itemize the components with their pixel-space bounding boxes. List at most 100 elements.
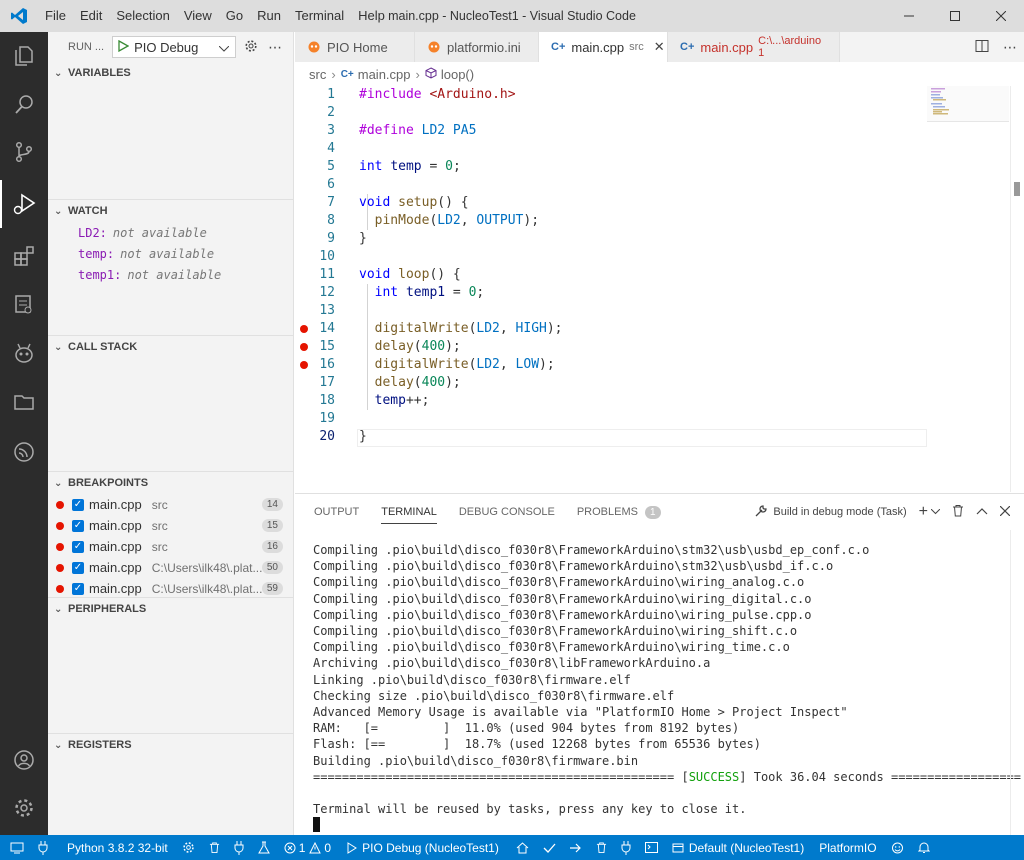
- extensions-icon[interactable]: [0, 232, 48, 280]
- debug-settings-gear-icon[interactable]: [244, 39, 258, 56]
- menu-terminal[interactable]: Terminal: [288, 0, 351, 32]
- platformio-status[interactable]: PlatformIO: [811, 835, 883, 860]
- debug-config-label: PIO Debug: [134, 39, 199, 55]
- run-debug-icon[interactable]: [0, 180, 48, 228]
- plug-icon[interactable]: [31, 835, 55, 860]
- espressif-icon[interactable]: [0, 428, 48, 476]
- platformio-alien-icon[interactable]: [0, 330, 48, 378]
- clean-trash-icon[interactable]: [589, 835, 614, 860]
- more-actions-icon[interactable]: ⋯: [996, 39, 1024, 56]
- breakpoint-item[interactable]: ✓ main.cpp src 16: [48, 536, 293, 557]
- tab-main-cpp-arduino[interactable]: C+ main.cpp C:\...\arduino 1: [668, 32, 840, 62]
- settings-gear-icon[interactable]: [0, 784, 48, 832]
- code-editor[interactable]: 1 #include <Arduino.h> 2 3 #define LD2 PA5…: [295, 86, 1024, 492]
- chevron-down-icon[interactable]: [930, 506, 941, 518]
- registers-header[interactable]: ⌄ REGISTERS: [48, 734, 293, 756]
- watch-item[interactable]: LD2: not available: [48, 222, 293, 243]
- peripherals-section: ⌄ PERIPHERALS: [48, 597, 293, 620]
- breadcrumb-item[interactable]: main.cpp: [358, 67, 411, 82]
- breakpoint-checkbox[interactable]: ✓: [72, 582, 84, 595]
- breakpoints-header[interactable]: ⌄ BREAKPOINTS: [48, 472, 293, 494]
- build-check-icon[interactable]: [536, 835, 563, 860]
- tab-pio-home[interactable]: PIO Home: [295, 32, 415, 62]
- code-line: 17 delay(400);: [319, 375, 461, 390]
- remote-window-icon[interactable]: [0, 835, 31, 860]
- problems-status[interactable]: 1 0: [277, 835, 338, 860]
- maximize-panel-icon[interactable]: [976, 506, 988, 518]
- tab-debug-console[interactable]: DEBUG CONSOLE: [459, 494, 555, 530]
- maximize-button[interactable]: [932, 0, 978, 32]
- scrollbar-thumb[interactable]: [1014, 182, 1020, 196]
- minimap[interactable]: [927, 86, 1009, 122]
- breakpoint-item[interactable]: ✓ main.cpp C:\Users\ilk48\.plat... 59: [48, 578, 293, 599]
- chevron-down-icon: ⌄: [54, 205, 63, 217]
- debug-session[interactable]: PIO Debug (NucleoTest1): [338, 835, 506, 860]
- terminal-icon[interactable]: [638, 835, 665, 860]
- tab-output[interactable]: OUTPUT: [314, 494, 359, 530]
- warning-count: 0: [324, 840, 332, 855]
- debug-config-select[interactable]: PIO Debug: [112, 36, 237, 58]
- menu-selection[interactable]: Selection: [109, 0, 176, 32]
- watch-item[interactable]: temp1: not available: [48, 264, 293, 285]
- plug-icon[interactable]: [227, 835, 251, 860]
- terminal-scrollbar[interactable]: [1010, 530, 1024, 836]
- menu-file[interactable]: File: [38, 0, 73, 32]
- menu-bar: File Edit Selection View Go Run Terminal…: [38, 0, 392, 32]
- folder-icon[interactable]: [0, 378, 48, 426]
- terminal-task-select[interactable]: Build in debug mode (Task): [773, 506, 906, 518]
- new-terminal-icon[interactable]: +: [919, 503, 928, 521]
- menu-edit[interactable]: Edit: [73, 0, 109, 32]
- home-icon[interactable]: [506, 835, 536, 860]
- breakpoint-item[interactable]: ✓ main.cpp src 14: [48, 494, 293, 515]
- start-debug-icon[interactable]: [117, 39, 130, 55]
- tab-platformio-ini[interactable]: platformio.ini: [415, 32, 539, 62]
- terminal-line: Flash: [== ] 18.7% (used 12268 bytes fro…: [313, 737, 761, 752]
- tab-problems[interactable]: PROBLEMS 1: [577, 494, 661, 530]
- editor-scrollbar[interactable]: [1010, 86, 1024, 492]
- minimize-button[interactable]: [886, 0, 932, 32]
- kill-terminal-icon[interactable]: [952, 504, 964, 520]
- flask-icon[interactable]: [251, 835, 277, 860]
- trash-icon[interactable]: [202, 835, 227, 860]
- search-icon[interactable]: [0, 80, 48, 128]
- upload-arrow-icon[interactable]: [563, 835, 589, 860]
- notifications-bell-icon[interactable]: [911, 835, 937, 860]
- menu-view[interactable]: View: [177, 0, 219, 32]
- more-actions-icon[interactable]: ⋯: [268, 39, 282, 56]
- breakpoint-item[interactable]: ✓ main.cpp src 15: [48, 515, 293, 536]
- close-icon[interactable]: ✕: [654, 39, 665, 55]
- menu-help[interactable]: Help: [351, 0, 392, 32]
- tab-terminal[interactable]: TERMINAL: [381, 494, 437, 530]
- title-bar: File Edit Selection View Go Run Terminal…: [0, 0, 1024, 32]
- terminal-output[interactable]: Compiling .pio\build\disco_f030r8\Framew…: [313, 542, 1021, 834]
- menu-go[interactable]: Go: [219, 0, 250, 32]
- split-editor-icon[interactable]: [968, 39, 996, 56]
- menu-run[interactable]: Run: [250, 0, 288, 32]
- watch-header[interactable]: ⌄ WATCH: [48, 200, 293, 222]
- call-stack-header[interactable]: ⌄ CALL STACK: [48, 336, 293, 358]
- watch-item[interactable]: temp: not available: [48, 243, 293, 264]
- project-env[interactable]: Default (NucleoTest1): [665, 835, 811, 860]
- accounts-icon[interactable]: [0, 736, 48, 784]
- terminal-line: Compiling .pio\build\disco_f030r8\Framew…: [313, 640, 790, 655]
- breadcrumb-item[interactable]: loop(): [441, 67, 474, 82]
- source-control-icon[interactable]: [0, 128, 48, 176]
- tab-main-cpp-src[interactable]: C+ main.cpp src ✕: [539, 32, 668, 62]
- close-panel-icon[interactable]: [999, 505, 1011, 519]
- gear-icon[interactable]: [175, 835, 202, 860]
- breakpoint-checkbox[interactable]: ✓: [72, 561, 84, 574]
- breakpoint-checkbox[interactable]: ✓: [72, 519, 84, 532]
- breakpoint-checkbox[interactable]: ✓: [72, 498, 84, 511]
- explorer-icon[interactable]: [0, 32, 48, 80]
- close-window-button[interactable]: [978, 0, 1024, 32]
- python-interpreter[interactable]: Python 3.8.2 32-bit: [55, 835, 175, 860]
- serial-plug-icon[interactable]: [614, 835, 638, 860]
- breakpoint-item[interactable]: ✓ main.cpp C:\Users\ilk48\.plat... 50: [48, 557, 293, 578]
- peripherals-header[interactable]: ⌄ PERIPHERALS: [48, 598, 293, 620]
- breakpoint-checkbox[interactable]: ✓: [72, 540, 84, 553]
- feedback-icon[interactable]: [884, 835, 911, 860]
- breadcrumb-item[interactable]: src: [309, 67, 326, 82]
- cpp-file-icon: C+: [680, 41, 695, 53]
- variables-header[interactable]: ⌄ VARIABLES: [48, 62, 293, 84]
- remote-explorer-icon[interactable]: [0, 280, 48, 328]
